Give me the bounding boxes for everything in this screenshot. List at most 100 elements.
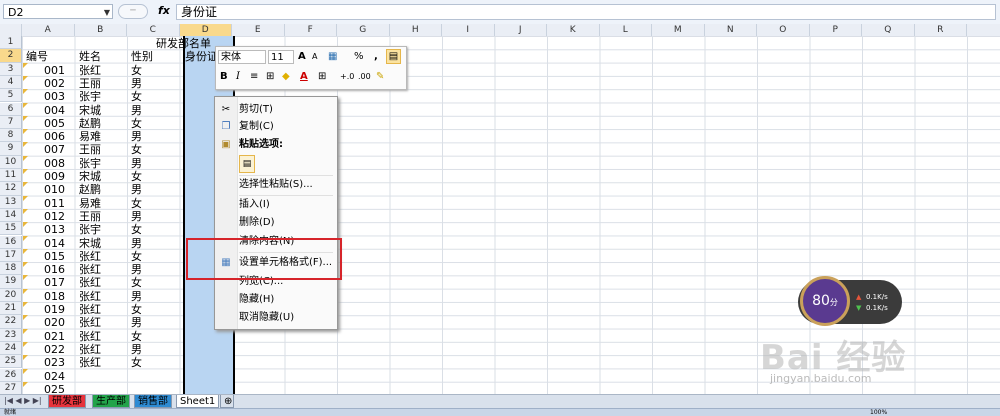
error-flag-icon[interactable] bbox=[23, 102, 28, 108]
row-header[interactable]: 9 bbox=[0, 142, 22, 156]
row-header[interactable]: 7 bbox=[0, 115, 22, 130]
column-header-h[interactable]: H bbox=[390, 24, 442, 36]
error-flag-icon[interactable] bbox=[23, 288, 28, 294]
row-header[interactable]: 23 bbox=[0, 328, 22, 342]
error-flag-icon[interactable] bbox=[23, 129, 28, 135]
borders-icon[interactable]: ⊞ bbox=[318, 70, 326, 84]
comma-button[interactable]: , bbox=[374, 50, 378, 64]
row-header[interactable]: 19 bbox=[0, 275, 22, 289]
column-header-l[interactable]: L bbox=[600, 24, 652, 36]
error-flag-icon[interactable] bbox=[23, 155, 28, 161]
row-header[interactable]: 17 bbox=[0, 248, 22, 263]
row-header[interactable]: 26 bbox=[0, 368, 22, 382]
paste-clipboard-icon[interactable]: ▤ bbox=[239, 155, 255, 173]
name-box[interactable]: D2 ▼ bbox=[3, 4, 113, 19]
row-header[interactable]: 12 bbox=[0, 182, 22, 196]
row-header[interactable]: 4 bbox=[0, 75, 22, 90]
error-flag-icon[interactable] bbox=[23, 169, 28, 174]
error-flag-icon[interactable] bbox=[23, 62, 28, 68]
align-center-icon[interactable]: ≡ bbox=[250, 70, 258, 84]
select-all-corner[interactable] bbox=[0, 24, 22, 36]
column-header-b[interactable]: B bbox=[75, 24, 127, 36]
error-flag-icon[interactable] bbox=[23, 315, 28, 321]
row-header[interactable]: 6 bbox=[0, 102, 22, 116]
menu-item-insert[interactable]: 插入(I) bbox=[239, 198, 270, 212]
error-flag-icon[interactable] bbox=[23, 208, 28, 214]
row-header[interactable]: 22 bbox=[0, 315, 22, 329]
error-flag-icon[interactable] bbox=[23, 115, 28, 121]
error-flag-icon[interactable] bbox=[23, 142, 28, 148]
row-header[interactable]: 14 bbox=[0, 208, 22, 223]
error-flag-icon[interactable] bbox=[23, 275, 28, 281]
column-header-m[interactable]: M bbox=[652, 24, 705, 36]
format-painter-icon[interactable]: ▤ bbox=[386, 49, 401, 64]
row-header[interactable]: 5 bbox=[0, 89, 22, 103]
tab-production[interactable]: 生产部 bbox=[92, 395, 130, 408]
error-flag-icon[interactable] bbox=[23, 302, 28, 307]
bold-button[interactable]: B bbox=[220, 70, 228, 84]
font-color-button[interactable]: A bbox=[300, 70, 308, 84]
error-flag-icon[interactable] bbox=[23, 328, 28, 334]
menu-item-delete[interactable]: 删除(D) bbox=[239, 216, 275, 230]
tab-rd[interactable]: 研发部 bbox=[48, 395, 86, 408]
clear-format-icon[interactable]: ✎ bbox=[376, 70, 384, 84]
row-header[interactable]: 10 bbox=[0, 155, 22, 169]
error-flag-icon[interactable] bbox=[23, 75, 28, 81]
row-header[interactable]: 21 bbox=[0, 302, 22, 316]
error-flag-icon[interactable] bbox=[23, 182, 28, 188]
row-header[interactable]: 13 bbox=[0, 195, 22, 209]
row-header[interactable]: 16 bbox=[0, 235, 22, 249]
font-size-select[interactable]: 11 bbox=[268, 50, 294, 64]
menu-item-copy[interactable]: 复制(C) bbox=[239, 120, 274, 134]
percent-button[interactable]: % bbox=[354, 50, 364, 64]
column-header-a[interactable]: A bbox=[22, 24, 75, 36]
column-header-g[interactable]: G bbox=[337, 24, 390, 36]
new-sheet-icon[interactable]: ⊕ bbox=[220, 395, 234, 408]
error-flag-icon[interactable] bbox=[23, 195, 28, 201]
row-header[interactable]: 2 bbox=[0, 49, 22, 63]
row-header[interactable]: 15 bbox=[0, 222, 22, 236]
formula-expand-button[interactable]: ─ bbox=[118, 4, 148, 19]
error-flag-icon[interactable] bbox=[23, 89, 28, 95]
column-header-f[interactable]: F bbox=[285, 24, 337, 36]
score-badge[interactable]: 80分 bbox=[800, 276, 850, 326]
font-select[interactable]: 宋体 bbox=[218, 50, 266, 64]
row-header[interactable]: 3 bbox=[0, 62, 22, 76]
tab-sales[interactable]: 销售部 bbox=[134, 395, 172, 408]
grow-font-button[interactable]: A bbox=[298, 50, 306, 64]
insert-function-button[interactable]: fx bbox=[158, 4, 170, 17]
column-header-k[interactable]: K bbox=[547, 24, 600, 36]
row-header[interactable]: 18 bbox=[0, 262, 22, 276]
menu-item-hide[interactable]: 隐藏(H) bbox=[239, 293, 274, 307]
column-header-e[interactable]: E bbox=[232, 24, 285, 36]
row-header[interactable]: 24 bbox=[0, 341, 22, 356]
error-flag-icon[interactable] bbox=[23, 368, 28, 374]
error-flag-icon[interactable] bbox=[23, 341, 28, 347]
row-header[interactable]: 25 bbox=[0, 355, 22, 369]
decrease-decimal-button[interactable]: .00 bbox=[358, 70, 371, 84]
error-flag-icon[interactable] bbox=[23, 248, 28, 254]
merge-center-icon[interactable]: ⊞ bbox=[266, 70, 274, 84]
menu-item-unhide[interactable]: 取消隐藏(U) bbox=[239, 311, 294, 325]
menu-item-paste-special[interactable]: 选择性粘贴(S)... bbox=[239, 178, 313, 192]
shrink-font-button[interactable]: A bbox=[312, 50, 317, 64]
column-header-c[interactable]: C bbox=[127, 24, 180, 36]
error-flag-icon[interactable] bbox=[23, 222, 28, 228]
formula-input[interactable]: 身份证 bbox=[176, 4, 996, 20]
row-header[interactable]: 1 bbox=[0, 36, 22, 50]
column-header-r[interactable]: R bbox=[915, 24, 967, 36]
column-header-i[interactable]: I bbox=[442, 24, 495, 36]
tab-sheet1[interactable]: Sheet1 bbox=[176, 395, 220, 408]
column-header-j[interactable]: J bbox=[495, 24, 547, 36]
fill-color-icon[interactable]: ◆ bbox=[282, 70, 290, 84]
error-flag-icon[interactable] bbox=[23, 381, 28, 387]
italic-button[interactable]: I bbox=[236, 70, 240, 84]
column-header-d[interactable]: D bbox=[179, 24, 232, 36]
error-flag-icon[interactable] bbox=[23, 355, 28, 361]
chevron-down-icon[interactable]: ▼ bbox=[104, 5, 110, 20]
error-flag-icon[interactable] bbox=[23, 262, 28, 268]
tab-nav-arrows-icon[interactable]: |◀ ◀ ▶ ▶| bbox=[4, 396, 42, 405]
column-header-q[interactable]: Q bbox=[862, 24, 915, 36]
menu-item-cut[interactable]: 剪切(T) bbox=[239, 103, 273, 117]
row-header[interactable]: 11 bbox=[0, 169, 22, 183]
